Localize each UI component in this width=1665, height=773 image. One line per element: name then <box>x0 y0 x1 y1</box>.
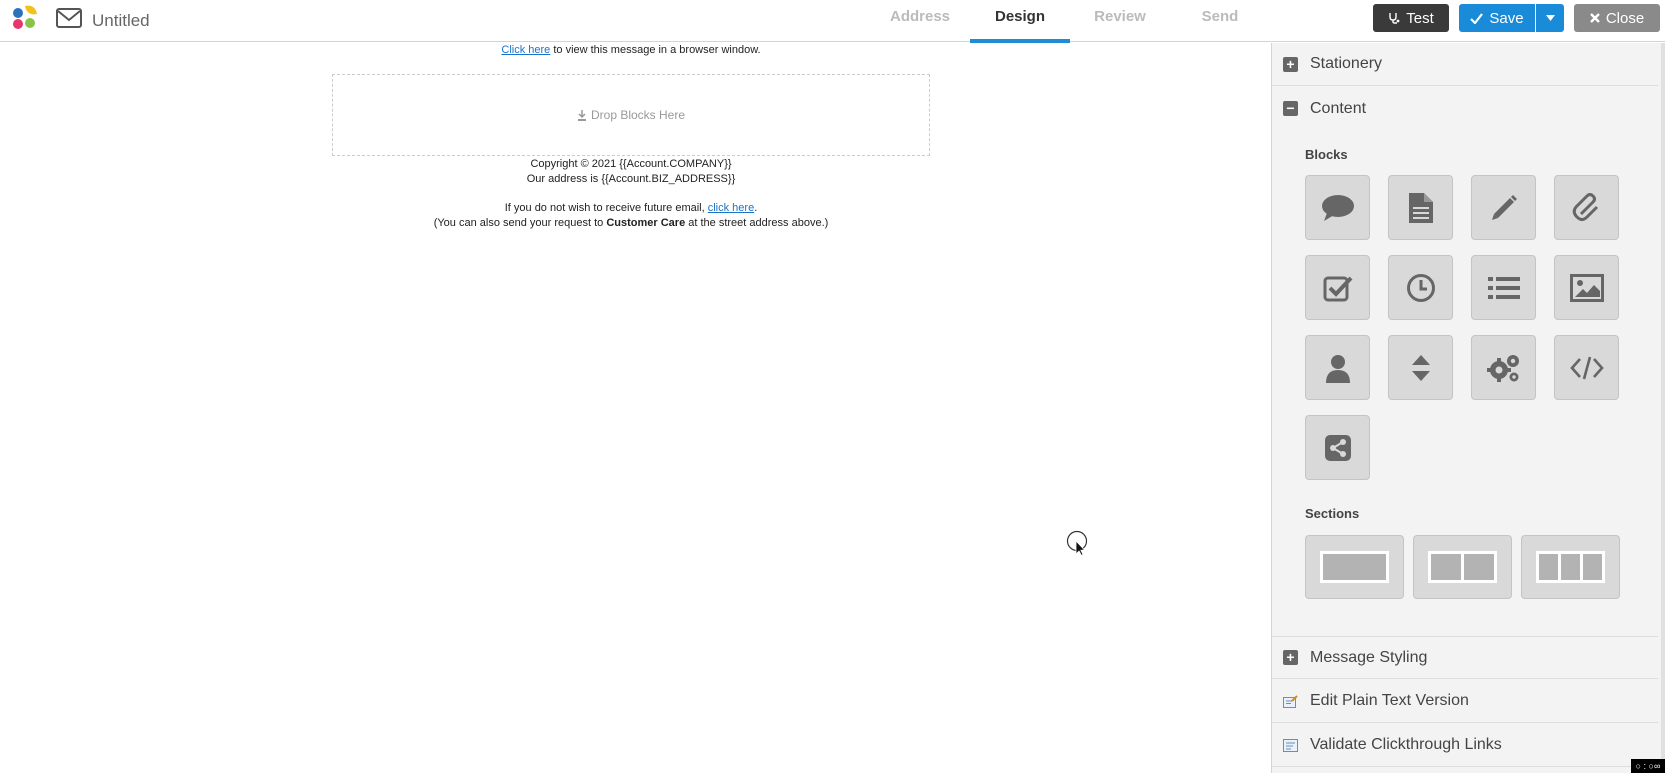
list-icon <box>1487 276 1520 299</box>
image-icon <box>1569 273 1604 302</box>
document-icon <box>1408 192 1433 223</box>
email-footer: Copyright © 2021 {{Account.COMPANY}} Our… <box>0 157 1262 231</box>
message-styling-label: Message Styling <box>1310 648 1428 666</box>
expand-icon: + <box>1283 56 1298 72</box>
close-icon <box>1589 13 1600 23</box>
block-image[interactable] <box>1554 255 1619 320</box>
speech-bubble-icon <box>1321 194 1354 221</box>
stationery-label: Stationery <box>1310 55 1383 72</box>
two-column-layout-icon <box>1428 551 1497 583</box>
stationery-accordion[interactable]: + Stationery <box>1272 43 1658 86</box>
top-bar: Untitled Address Design Review Send Test… <box>0 0 1665 43</box>
browser-line-text: to view this message in a browser window… <box>550 44 761 56</box>
test-button[interactable]: Test <box>1373 4 1449 32</box>
gears-icon <box>1486 354 1519 382</box>
paperclip-icon <box>1572 192 1598 221</box>
stethoscope-icon <box>1389 13 1400 24</box>
unsubscribe-link[interactable]: click here <box>708 202 754 214</box>
message-styling-accordion[interactable]: + Message Styling <box>1272 636 1658 679</box>
collapse-icon: − <box>1283 101 1298 116</box>
view-in-browser-link[interactable]: Click here <box>501 44 550 56</box>
unsubscribe-text: If you do not wish to receive future ema… <box>504 202 708 214</box>
block-attachment[interactable] <box>1554 175 1619 240</box>
blocks-heading: Blocks <box>1305 147 1348 162</box>
content-accordion[interactable]: − Content <box>1272 87 1658 130</box>
block-event[interactable] <box>1388 255 1453 320</box>
step-tabs: Address Design Review Send <box>870 0 1270 43</box>
dropzone-label: Drop Blocks Here <box>590 108 686 122</box>
block-dropzone[interactable]: Drop Blocks Here <box>332 74 930 156</box>
panel-scrollbar[interactable] <box>1661 43 1665 773</box>
unsubscribe-line: If you do not wish to receive future ema… <box>0 201 1262 216</box>
person-icon <box>1325 354 1350 383</box>
code-icon <box>1569 356 1604 379</box>
block-social-share[interactable] <box>1305 415 1370 480</box>
close-button-label: Close <box>1605 9 1645 27</box>
block-document[interactable] <box>1388 175 1453 240</box>
status-badge: ○ : ○∞ <box>1631 759 1665 773</box>
browser-view-line: Click here to view this message in a bro… <box>0 44 1262 56</box>
close-button[interactable]: Close <box>1574 4 1660 32</box>
save-button-label: Save <box>1489 9 1524 27</box>
design-canvas: Click here to view this message in a bro… <box>0 43 1271 773</box>
section-one-column[interactable] <box>1305 535 1404 599</box>
unsubscribe-period: . <box>754 202 758 214</box>
mouse-cursor-icon <box>1066 530 1088 556</box>
sections-heading: Sections <box>1305 506 1360 521</box>
validate-links-icon <box>1283 738 1298 753</box>
pencil-icon <box>1491 194 1517 220</box>
block-text[interactable] <box>1305 175 1370 240</box>
block-survey[interactable] <box>1305 255 1370 320</box>
caret-down-icon <box>1545 15 1555 21</box>
tab-design[interactable]: Design <box>970 0 1070 43</box>
document-title[interactable]: Untitled <box>92 11 150 31</box>
validate-links-accordion[interactable]: Validate Clickthrough Links <box>1272 724 1658 767</box>
save-options-button[interactable] <box>1536 4 1564 32</box>
tab-send[interactable]: Send <box>1170 0 1270 42</box>
tab-review[interactable]: Review <box>1070 0 1170 42</box>
care-text-before: (You can also send your request to <box>433 217 607 229</box>
copyright-text: Copyright © 2021 {{Account.COMPANY}} <box>530 158 732 170</box>
share-icon <box>1324 434 1351 461</box>
mail-icon <box>56 8 82 28</box>
block-contact[interactable] <box>1305 335 1370 400</box>
block-html[interactable] <box>1554 335 1619 400</box>
section-two-column[interactable] <box>1413 535 1512 599</box>
section-three-column[interactable] <box>1521 535 1620 599</box>
validate-links-label: Validate Clickthrough Links <box>1310 736 1502 753</box>
care-text-after: at the street address above.) <box>685 217 829 229</box>
edit-plain-text-accordion[interactable]: Edit Plain Text Version <box>1272 680 1658 723</box>
expand-icon: + <box>1283 650 1298 665</box>
clock-icon <box>1406 273 1435 302</box>
app-logo-icon[interactable] <box>11 2 39 32</box>
address-text: Our address is {{Account.BIZ_ADDRESS}} <box>526 173 736 185</box>
tab-address[interactable]: Address <box>870 0 970 42</box>
save-button[interactable]: Save <box>1459 4 1535 32</box>
three-column-layout-icon <box>1536 551 1605 583</box>
customer-care-line: (You can also send your request to Custo… <box>0 216 1262 231</box>
right-panel: + Stationery − Content Blocks Sections +… <box>1271 43 1661 773</box>
edit-plain-text-label: Edit Plain Text Version <box>1310 692 1469 709</box>
block-list[interactable] <box>1471 255 1536 320</box>
test-button-label: Test <box>1406 9 1434 27</box>
customer-care-text: Customer Care <box>606 217 686 229</box>
edit-text-icon <box>1283 694 1298 709</box>
block-edit[interactable] <box>1471 175 1536 240</box>
checkmark-icon <box>1470 12 1484 24</box>
content-label: Content <box>1310 99 1367 117</box>
download-icon <box>577 109 586 121</box>
block-settings[interactable] <box>1471 335 1536 400</box>
one-column-layout-icon <box>1320 551 1389 583</box>
block-spacer[interactable] <box>1388 335 1453 400</box>
spacer-icon <box>1411 354 1430 381</box>
checkbox-icon <box>1323 276 1352 301</box>
